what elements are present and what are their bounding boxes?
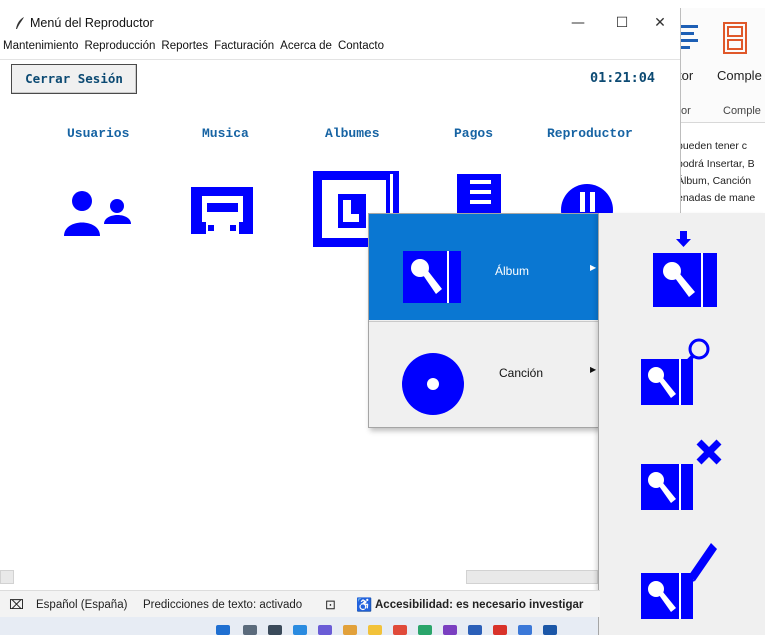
album-delete-icon[interactable] [639, 438, 731, 520]
app-icon[interactable] [518, 625, 532, 635]
submenu-arrow-icon: ▶ [590, 365, 597, 374]
menu-item-cancion[interactable]: Canción ▶ [369, 322, 599, 428]
background-ribbon: tor Comple tor Comple [675, 8, 765, 123]
predictions-status[interactable]: Predicciones de texto: activado [143, 599, 302, 611]
focus-icon[interactable]: ⊡ [325, 597, 336, 613]
menu-reproduccion[interactable]: Reproducción [81, 38, 158, 58]
layout-icon [723, 22, 747, 54]
menu-acerca-de[interactable]: Acerca de [277, 38, 335, 58]
ribbon-label-2[interactable]: Comple [717, 68, 762, 83]
window-title: Menú del Reproductor [30, 16, 154, 30]
disc-icon [402, 353, 464, 415]
close-button[interactable]: ✕ [640, 12, 680, 34]
teams-icon[interactable] [318, 625, 332, 635]
menu-mantenimiento[interactable]: Mantenimiento [0, 38, 81, 58]
align-icon [680, 25, 698, 49]
proofing-icon[interactable]: ⌧ [9, 597, 24, 613]
status-bar: ⌧ Español (España) Predicciones de texto… [0, 590, 600, 617]
edge-icon[interactable] [293, 625, 307, 635]
section-label-reproductor: Reproductor [547, 126, 633, 141]
logout-button[interactable]: Cerrar Sesión [11, 64, 137, 94]
menu-divider [0, 59, 680, 60]
app-icon[interactable] [543, 625, 557, 635]
section-label-usuarios: Usuarios [67, 126, 130, 141]
album-search-icon[interactable] [639, 333, 719, 413]
doc-line: Álbum, Canción [677, 175, 752, 187]
app-icon[interactable] [443, 625, 457, 635]
taskbar [0, 617, 598, 635]
section-label-albumes: Albumes [325, 126, 380, 141]
album-edit-icon[interactable] [639, 541, 719, 623]
clock: 01:21:04 [590, 70, 656, 86]
menu-facturacion[interactable]: Facturación [211, 38, 277, 58]
ribbon-group-2: Comple [723, 105, 761, 117]
doc-line: podrá Insertar, B [677, 158, 755, 170]
music-icon[interactable] [187, 184, 257, 236]
maximize-button[interactable]: ☐ [602, 12, 642, 34]
submenu-arrow-icon: ▶ [590, 263, 597, 272]
section-label-pagos: Pagos [454, 126, 494, 141]
youtube-icon[interactable] [493, 625, 507, 635]
menu-label-album: Álbum [495, 264, 530, 278]
word-icon[interactable] [468, 625, 482, 635]
doc-line: pueden tener c [677, 140, 748, 152]
album-mic-icon [403, 251, 461, 303]
users-icon[interactable] [62, 184, 134, 244]
app-icon[interactable] [343, 625, 357, 635]
menu-contacto[interactable]: Contacto [335, 38, 387, 58]
accessibility-status[interactable]: Accesibilidad: es necesario investigar [375, 599, 583, 611]
language-status[interactable]: Español (España) [36, 599, 127, 611]
menu-item-album[interactable]: Álbum ▶ [369, 214, 599, 320]
album-submenu [598, 213, 765, 635]
search-icon[interactable] [243, 625, 257, 635]
taskview-icon[interactable] [268, 625, 282, 635]
app-icon[interactable] [418, 625, 432, 635]
feather-icon [16, 17, 24, 29]
title-bar[interactable]: Menú del Reproductor — ☐ ✕ [0, 8, 680, 38]
section-label-musica: Musica [202, 126, 249, 141]
folder-icon[interactable] [368, 625, 382, 635]
album-insert-icon[interactable] [649, 229, 721, 309]
context-menu: Álbum ▶ Canción ▶ [368, 213, 599, 428]
menu-reportes[interactable]: Reportes [158, 38, 211, 58]
menu-label-cancion: Canción [499, 366, 544, 380]
start-icon[interactable] [216, 625, 230, 635]
chrome-icon[interactable] [393, 625, 407, 635]
accessibility-icon: ♿ [356, 597, 373, 612]
doc-line: enadas de mane [677, 192, 756, 204]
scroll-strip-right [466, 570, 598, 584]
minimize-button[interactable]: — [558, 12, 598, 34]
scroll-strip-left [0, 570, 14, 584]
menu-bar: Mantenimiento Reproducción Reportes Fact… [0, 38, 680, 58]
